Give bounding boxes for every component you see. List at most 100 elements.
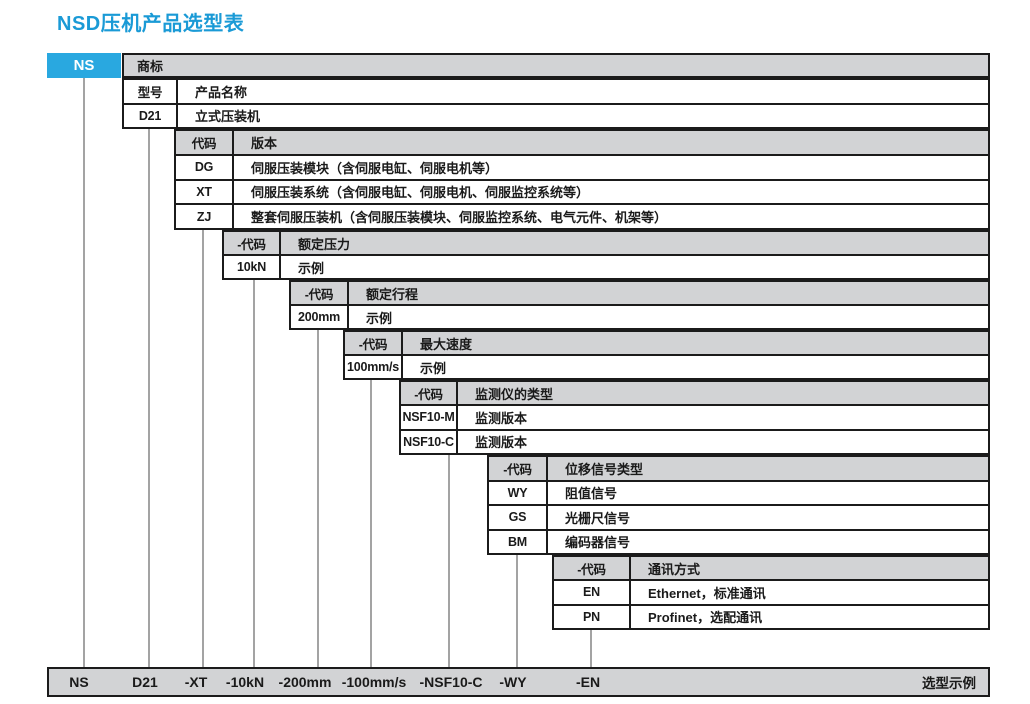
table-row: -代码 额定压力 xyxy=(224,232,988,254)
table-row: 商标 xyxy=(124,55,988,76)
code-cell: -代码 xyxy=(345,332,403,354)
table-row: ZJ 整套伺服压装机（含伺服压装模块、伺服监控系统、电气元件、机架等） xyxy=(176,203,988,228)
connector-line xyxy=(83,78,85,667)
desc-cell: 立式压装机 xyxy=(178,105,988,128)
desc-cell: Profinet，选配通讯 xyxy=(631,606,988,628)
code-cell: DG xyxy=(176,156,234,179)
code-cell: 代码 xyxy=(176,131,234,154)
example-part: -WY xyxy=(499,674,526,690)
example-part: D21 xyxy=(132,674,158,690)
code-cell: XT xyxy=(176,181,234,204)
example-part: -NSF10-C xyxy=(419,674,482,690)
code-cell: D21 xyxy=(124,105,178,128)
code-cell: GS xyxy=(489,506,548,529)
desc-cell: 额定压力 xyxy=(281,232,988,254)
table-row: NSF10-M 监测版本 xyxy=(401,404,988,428)
table-row: BM 编码器信号 xyxy=(489,529,988,554)
connector-line xyxy=(448,455,450,667)
code-cell: NSF10-M xyxy=(401,406,458,428)
code-cell: -代码 xyxy=(489,457,548,480)
table-row: -代码 监测仪的类型 xyxy=(401,382,988,404)
desc-cell: 额定行程 xyxy=(349,282,988,304)
desc-cell: 监测版本 xyxy=(458,431,988,453)
table-row: -代码 最大速度 xyxy=(345,332,988,354)
example-part: -100mm/s xyxy=(342,674,407,690)
code-cell: EN xyxy=(554,581,631,603)
code-cell: 型号 xyxy=(124,80,178,103)
connector-line xyxy=(590,630,592,667)
desc-cell: 示例 xyxy=(403,356,988,378)
desc-cell: 示例 xyxy=(349,306,988,328)
desc-cell: 编码器信号 xyxy=(548,531,988,554)
table-row: 代码 版本 xyxy=(176,131,988,154)
connector-line xyxy=(516,555,518,667)
desc-cell: 通讯方式 xyxy=(631,557,988,579)
table-row: 型号 产品名称 xyxy=(124,80,988,103)
desc-cell: 阻值信号 xyxy=(548,482,988,505)
table-row: 200mm 示例 xyxy=(291,304,988,328)
code-cell: PN xyxy=(554,606,631,628)
code-cell: -代码 xyxy=(224,232,281,254)
example-part: -10kN xyxy=(226,674,264,690)
code-cell: 200mm xyxy=(291,306,349,328)
stroke-block: -代码 额定行程 200mm 示例 xyxy=(289,280,990,330)
table-row: XT 伺服压装系统（含伺服电缸、伺服电机、伺服监控系统等） xyxy=(176,179,988,204)
example-caption: 选型示例 xyxy=(922,672,976,692)
table-row: -代码 通讯方式 xyxy=(554,557,988,579)
code-cell: -代码 xyxy=(554,557,631,579)
desc-cell: 产品名称 xyxy=(178,80,988,103)
table-row: -代码 位移信号类型 xyxy=(489,457,988,480)
example-row: NS D21 -XT -10kN -200mm -100mm/s -NSF10-… xyxy=(47,667,990,697)
code-cell: -代码 xyxy=(291,282,349,304)
signal-block: -代码 位移信号类型 WY 阻值信号 GS 光栅尺信号 BM 编码器信号 xyxy=(487,455,990,555)
code-cell: NSF10-C xyxy=(401,431,458,453)
connector-line xyxy=(202,230,204,667)
code-cell: WY xyxy=(489,482,548,505)
connector-line xyxy=(253,280,255,667)
code-cell: 10kN xyxy=(224,256,281,278)
table-row: -代码 额定行程 xyxy=(291,282,988,304)
table-row: EN Ethernet，标准通讯 xyxy=(554,579,988,603)
brand-code-badge: NS xyxy=(47,53,121,78)
comm-block: -代码 通讯方式 EN Ethernet，标准通讯 PN Profinet，选配… xyxy=(552,555,990,630)
code-cell: BM xyxy=(489,531,548,554)
example-part: -200mm xyxy=(279,674,332,690)
trademark-block: 商标 xyxy=(122,53,990,78)
desc-cell: 监测版本 xyxy=(458,406,988,428)
page-title: NSD压机产品选型表 xyxy=(57,7,244,36)
desc-cell: 位移信号类型 xyxy=(548,457,988,480)
desc-cell: 示例 xyxy=(281,256,988,278)
catalog-page: NSD压机产品选型表 NS 商标 型号 产品名称 D21 立式压装机 代码 版本… xyxy=(0,0,1030,704)
version-block: 代码 版本 DG 伺服压装模块（含伺服电缸、伺服电机等） XT 伺服压装系统（含… xyxy=(174,129,990,230)
table-row: NSF10-C 监测版本 xyxy=(401,429,988,453)
desc-cell: 商标 xyxy=(124,55,988,76)
connector-line xyxy=(148,129,150,667)
table-row: D21 立式压装机 xyxy=(124,103,988,128)
table-row: GS 光栅尺信号 xyxy=(489,504,988,529)
desc-cell: 监测仪的类型 xyxy=(458,382,988,404)
code-cell: -代码 xyxy=(401,382,458,404)
desc-cell: 光栅尺信号 xyxy=(548,506,988,529)
example-part: -XT xyxy=(185,674,208,690)
table-row: 100mm/s 示例 xyxy=(345,354,988,378)
example-part: NS xyxy=(69,674,88,690)
example-part: -EN xyxy=(576,674,600,690)
table-row: 10kN 示例 xyxy=(224,254,988,278)
table-row: PN Profinet，选配通讯 xyxy=(554,604,988,628)
model-block: 型号 产品名称 D21 立式压装机 xyxy=(122,78,990,129)
connector-line xyxy=(317,330,319,667)
desc-cell: 伺服压装模块（含伺服电缸、伺服电机等） xyxy=(234,156,988,179)
code-cell: 100mm/s xyxy=(345,356,403,378)
desc-cell: Ethernet，标准通讯 xyxy=(631,581,988,603)
speed-block: -代码 最大速度 100mm/s 示例 xyxy=(343,330,990,380)
desc-cell: 整套伺服压装机（含伺服压装模块、伺服监控系统、电气元件、机架等） xyxy=(234,205,988,228)
desc-cell: 版本 xyxy=(234,131,988,154)
table-row: WY 阻值信号 xyxy=(489,480,988,505)
connector-line xyxy=(370,380,372,667)
table-row: DG 伺服压装模块（含伺服电缸、伺服电机等） xyxy=(176,154,988,179)
desc-cell: 伺服压装系统（含伺服电缸、伺服电机、伺服监控系统等） xyxy=(234,181,988,204)
monitor-block: -代码 监测仪的类型 NSF10-M 监测版本 NSF10-C 监测版本 xyxy=(399,380,990,455)
pressure-block: -代码 额定压力 10kN 示例 xyxy=(222,230,990,280)
desc-cell: 最大速度 xyxy=(403,332,988,354)
code-cell: ZJ xyxy=(176,205,234,228)
